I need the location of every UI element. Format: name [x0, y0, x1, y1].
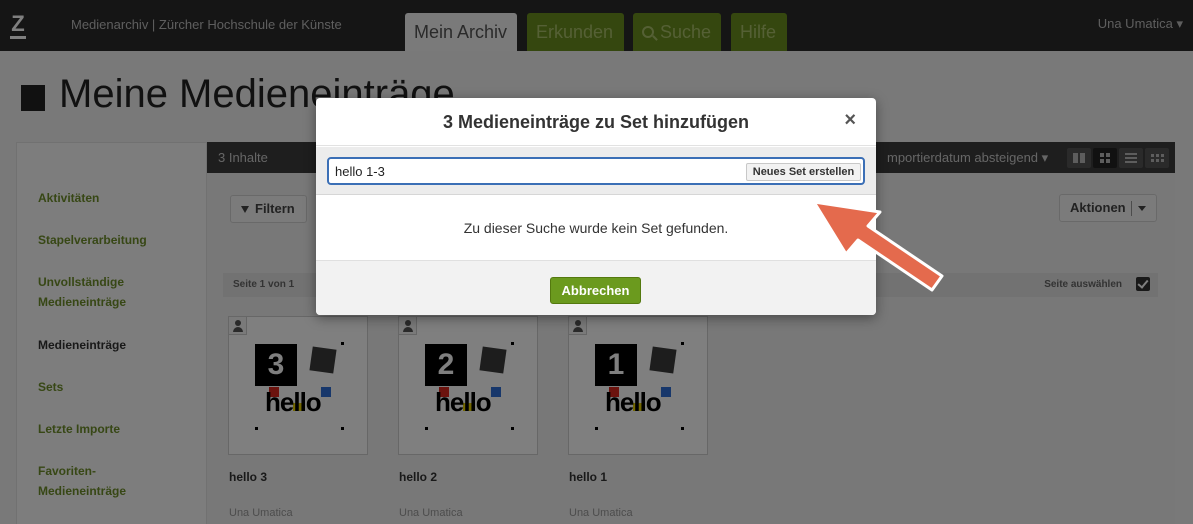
dialog-footer: Abbrechen	[316, 260, 876, 315]
add-to-set-dialog: 3 Medieneinträge zu Set hinzufügen × Neu…	[316, 98, 876, 315]
arrow-shape	[812, 200, 944, 292]
create-new-set-button[interactable]: Neues Set erstellen	[746, 163, 861, 181]
set-search-row: Neues Set erstellen	[316, 147, 876, 195]
close-icon[interactable]: ×	[844, 110, 856, 130]
cancel-button[interactable]: Abbrechen	[550, 277, 641, 304]
dialog-header: 3 Medieneinträge zu Set hinzufügen ×	[316, 98, 876, 146]
dialog-title: 3 Medieneinträge zu Set hinzufügen	[442, 112, 750, 132]
no-results-message: Zu dieser Suche wurde kein Set gefunden.	[463, 220, 729, 236]
annotation-arrow-icon	[812, 200, 944, 292]
